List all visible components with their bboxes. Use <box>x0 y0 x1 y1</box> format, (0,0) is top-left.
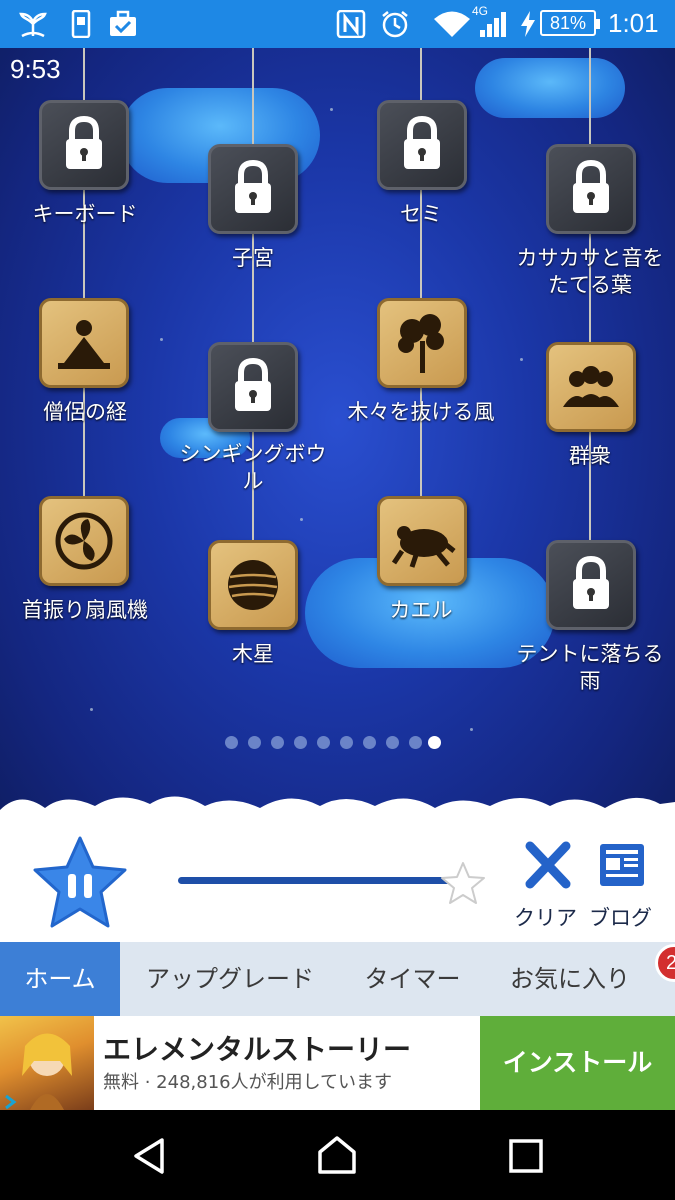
tab-timer[interactable]: タイマー <box>350 942 475 1016</box>
alarm-icon <box>382 11 408 38</box>
sound-tile-jupiter[interactable] <box>208 540 298 630</box>
lock-icon <box>66 115 102 169</box>
status-bar: 4G 81% 1:01 <box>0 0 675 48</box>
sound-tile-cicada[interactable] <box>377 100 467 190</box>
briefcase-check-icon <box>110 10 136 36</box>
lock-icon <box>404 115 440 169</box>
sound-tile-singing-bowl[interactable] <box>208 342 298 432</box>
blog-icon[interactable] <box>598 840 646 890</box>
sound-tile-crowd[interactable] <box>546 342 636 432</box>
clear-button[interactable]: クリア <box>514 902 577 932</box>
page-dot-active[interactable] <box>428 736 441 749</box>
fan-icon <box>55 512 113 570</box>
page-dot[interactable] <box>363 736 376 749</box>
overlay-time: 9:53 <box>10 54 61 84</box>
tab-upgrade[interactable]: アップグレード <box>130 942 330 1016</box>
cloud-decoration <box>475 58 625 118</box>
sound-tile-monk-chant[interactable] <box>39 298 129 388</box>
sound-tile-rustling-leaves[interactable] <box>546 144 636 234</box>
tile-label: カエル <box>389 598 453 622</box>
ad-title[interactable]: エレメンタルストーリー <box>103 1028 411 1068</box>
lock-icon <box>573 555 609 609</box>
page-dot[interactable] <box>317 736 330 749</box>
page-dot[interactable] <box>225 736 238 749</box>
tile-label: 僧侶の経 <box>43 400 127 424</box>
tile-label: たてる葉 <box>548 273 632 297</box>
tile-label: キーボード <box>32 202 138 226</box>
page-dot[interactable] <box>294 736 307 749</box>
blog-button[interactable]: ブログ <box>589 902 652 932</box>
sound-tile-rain-on-tent[interactable] <box>546 540 636 630</box>
volume-slider-thumb[interactable] <box>440 860 486 906</box>
tile-label: シンギングボウ <box>179 442 327 466</box>
status-time: 1:01 <box>608 8 659 38</box>
ad-app-icon[interactable] <box>0 1016 94 1110</box>
ad-subtitle: 無料 · 248,816人が利用しています <box>103 1072 393 1093</box>
sprout-icon <box>19 12 47 38</box>
volume-slider-track[interactable] <box>178 877 468 884</box>
home-icon[interactable] <box>316 1134 358 1176</box>
sound-tile-womb[interactable] <box>208 144 298 234</box>
lock-icon <box>235 357 271 411</box>
pause-icon[interactable] <box>30 834 130 932</box>
phone-icon <box>71 10 91 38</box>
tile-label: 木々を抜ける風 <box>347 400 495 424</box>
bottom-tabs: ホーム アップグレード タイマー お気に入り <box>0 942 675 1016</box>
ad-banner[interactable]: エレメンタルストーリー 無料 · 248,816人が利用しています インストール <box>0 1016 675 1110</box>
lock-icon <box>573 159 609 213</box>
battery-indicator: 81% <box>540 10 600 36</box>
player-bar: クリア ブログ <box>0 830 675 942</box>
signal-icon <box>480 12 506 37</box>
page-dot[interactable] <box>340 736 353 749</box>
sound-tile-wind-through-trees[interactable] <box>377 298 467 388</box>
page-dot[interactable] <box>409 736 422 749</box>
tile-label: 木星 <box>232 642 274 666</box>
page-dot[interactable] <box>271 736 284 749</box>
sound-tile-frog[interactable] <box>377 496 467 586</box>
monk-icon <box>58 320 110 369</box>
frog-icon <box>391 526 456 568</box>
tile-label: セミ <box>400 202 442 226</box>
jupiter-icon <box>228 560 278 610</box>
tile-label: カサカサと音を <box>516 246 664 270</box>
install-button[interactable]: インストール <box>480 1016 675 1110</box>
tile-label: 首振り扇風機 <box>22 598 148 622</box>
tile-label: 子宮 <box>232 246 274 270</box>
tab-home[interactable]: ホーム <box>0 942 120 1016</box>
wifi-icon <box>434 11 470 37</box>
system-nav-bar <box>0 1110 675 1200</box>
page-dot[interactable] <box>248 736 261 749</box>
crowd-icon <box>563 366 619 407</box>
clear-icon[interactable] <box>524 840 572 890</box>
tile-label: ル <box>242 469 264 493</box>
lock-icon <box>235 159 271 213</box>
tree-icon <box>398 314 444 373</box>
sound-tile-oscillating-fan[interactable] <box>39 496 129 586</box>
sound-tile-keyboard[interactable] <box>39 100 129 190</box>
nfc-icon <box>336 10 366 38</box>
charging-icon <box>521 11 535 37</box>
tab-favorites[interactable]: お気に入り <box>495 942 645 1016</box>
page-dot[interactable] <box>386 736 399 749</box>
tile-label: テントに落ちる <box>516 642 664 666</box>
tile-label: 群衆 <box>569 444 611 468</box>
tile-label: 雨 <box>579 669 601 693</box>
recents-icon[interactable] <box>508 1138 544 1174</box>
back-icon[interactable] <box>130 1136 170 1176</box>
